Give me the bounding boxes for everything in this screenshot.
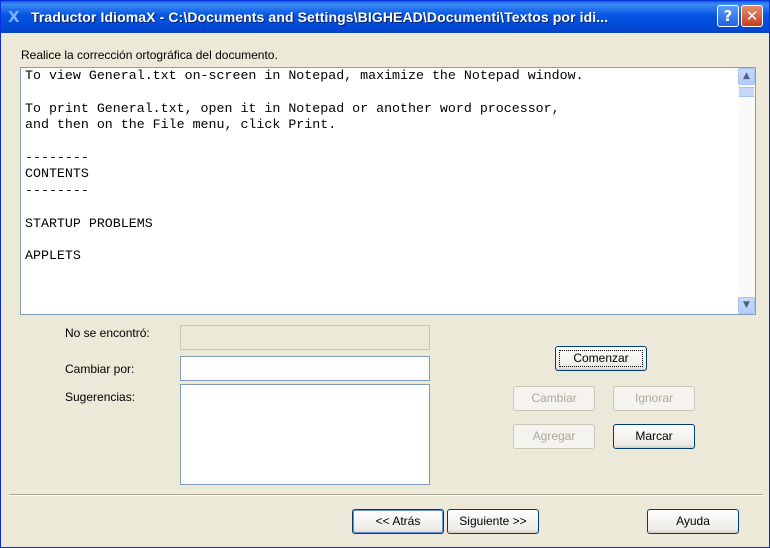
scroll-thumb[interactable]	[739, 87, 754, 97]
document-line: To view General.txt on-screen in Notepad…	[25, 68, 584, 83]
window-title: Traductor IdiomaX - C:\Documents and Set…	[31, 9, 609, 25]
suggestions-list[interactable]	[180, 384, 430, 485]
document-line: and then on the File menu, click Print.	[25, 117, 337, 133]
vertical-scrollbar[interactable]: ▲ ▼	[738, 68, 755, 314]
document-text: To view General.txt on-screen in Notepad…	[25, 68, 733, 265]
help-icon[interactable]: ?	[717, 5, 739, 27]
change-to-label: Cambiar por:	[65, 362, 135, 376]
app-logo-icon: X	[8, 8, 20, 26]
next-button[interactable]: Siguiente >>	[447, 509, 539, 534]
scroll-down-icon[interactable]: ▼	[738, 297, 755, 314]
document-line: STARTUP PROBLEMS	[25, 215, 153, 231]
scroll-up-icon[interactable]: ▲	[738, 68, 755, 85]
translator-window: X Traductor IdiomaX - C:\Documents and S…	[0, 0, 770, 548]
change-button: Cambiar	[513, 386, 595, 411]
title-bar[interactable]: X Traductor IdiomaX - C:\Documents and S…	[1, 1, 769, 33]
back-button[interactable]: << Atrás	[352, 509, 444, 534]
help-button[interactable]: Ayuda	[647, 509, 739, 534]
start-button[interactable]: Comenzar	[555, 346, 647, 371]
document-line: APPLETS	[25, 248, 81, 264]
not-found-field	[180, 325, 430, 350]
divider	[9, 494, 763, 496]
suggestions-label: Sugerencias:	[65, 390, 136, 404]
document-text-area[interactable]: To view General.txt on-screen in Notepad…	[20, 67, 756, 315]
mark-button[interactable]: Marcar	[613, 424, 695, 449]
add-button: Agregar	[513, 424, 595, 449]
change-to-input[interactable]	[180, 356, 430, 381]
document-line: --------	[25, 182, 89, 198]
ignore-button: Ignorar	[613, 386, 695, 411]
document-line: --------	[25, 149, 89, 165]
document-line: CONTENTS	[25, 166, 89, 182]
not-found-label: No se encontró:	[65, 326, 150, 340]
close-icon[interactable]: ✕	[741, 5, 763, 27]
document-line: To print General.txt, open it in Notepad…	[25, 100, 560, 116]
instruction-label: Realice la corrección ortográfica del do…	[21, 48, 278, 62]
